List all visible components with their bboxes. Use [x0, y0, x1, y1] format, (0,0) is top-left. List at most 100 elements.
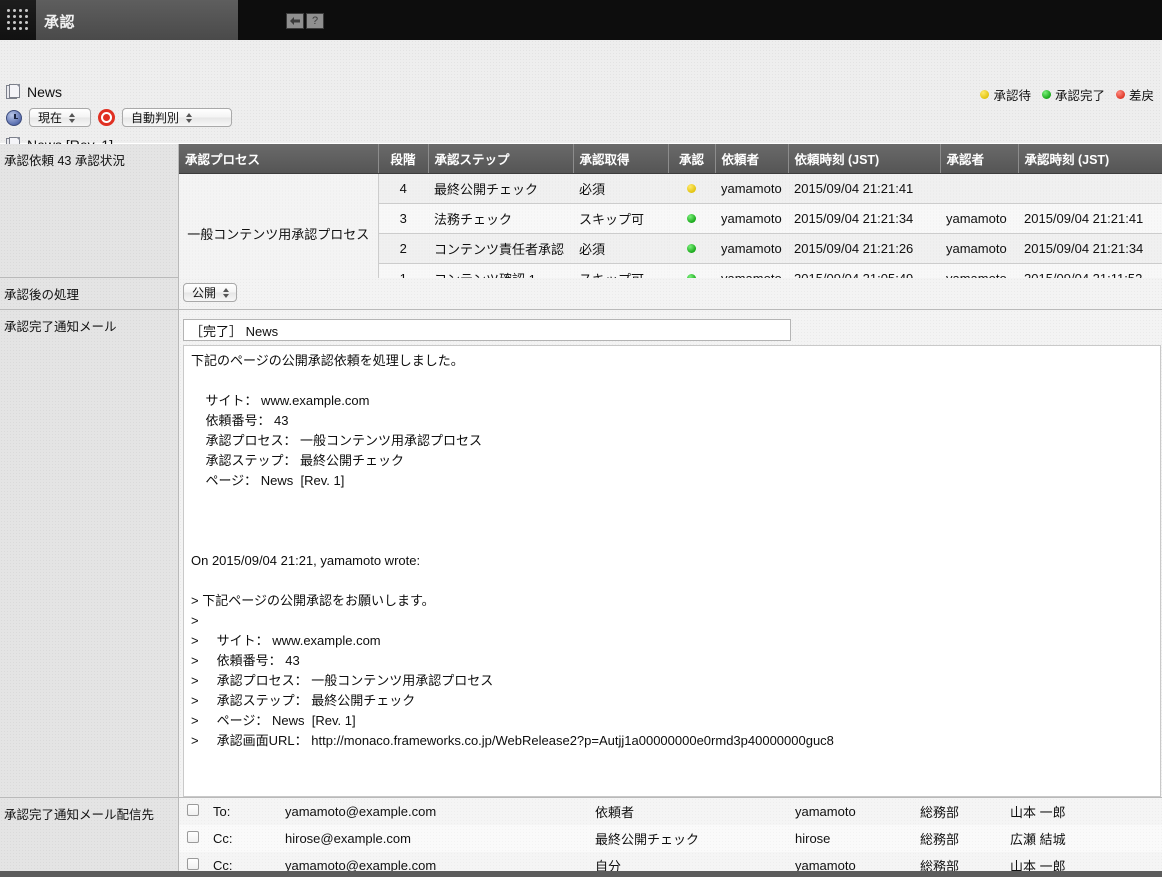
recipient-role: 依頼者 [589, 798, 789, 825]
approval-table-body: 一般コンテンツ用承認プロセス 4 最終公開チェック 必須 yamamoto 2015/09… [179, 173, 1162, 294]
cell-approver: yamamoto [940, 203, 1018, 234]
pending-dot-icon [980, 90, 990, 99]
legend-pending-label: 承認待 [993, 89, 1031, 103]
recipient-name: 山本 一郎 [1004, 798, 1162, 825]
mode-select[interactable]: 自動判別 [122, 108, 232, 127]
recipient-row: Cc: hirose@example.com 最終公開チェック hirose 総務部 広瀬… [179, 825, 1162, 852]
post-action-cell: 公開 [179, 278, 1162, 310]
recipient-email: hirose@example.com [279, 825, 589, 852]
th-approver: 承認者 [940, 144, 1019, 174]
post-action-label: 承認後の処理 [0, 278, 179, 310]
recipient-kind: To: [207, 798, 279, 825]
recipients-table-body: To: yamamoto@example.com 依頼者 yamamoto 総務部 山本 … [179, 798, 1162, 877]
pending-dot-icon [687, 184, 696, 193]
recipient-user: hirose [789, 825, 914, 852]
cell-request-time: 2015/09/04 21:21:41 [788, 173, 940, 204]
th-requester: 依頼者 [715, 144, 789, 174]
cell-stage: 2 [378, 233, 428, 264]
cell-step: コンテンツ責任者承認 [428, 233, 573, 264]
th-approve-time: 承認時刻 (JST) [1018, 144, 1162, 174]
recipient-checkbox-cell [179, 798, 207, 825]
th-step: 承認ステップ [428, 144, 574, 174]
th-stage: 段階 [378, 144, 429, 174]
cell-approve-time: 2015/09/04 21:21:34 [1018, 233, 1162, 264]
recipient-checkbox[interactable] [187, 804, 199, 816]
titlebar-buttons: ? [286, 13, 326, 29]
cell-status [668, 173, 715, 204]
mode-select-value: 自動判別 [131, 111, 180, 125]
post-action-value: 公開 [192, 286, 217, 300]
recipient-user: yamamoto [789, 798, 914, 825]
recipients-row: 承認完了通知メール配信先 To: yamamoto@example.com 依頼者 y… [0, 798, 1162, 877]
recipient-kind: Cc: [207, 825, 279, 852]
clock-icon [6, 109, 22, 126]
post-action-select[interactable]: 公開 [183, 283, 237, 302]
breadcrumb-page[interactable]: News [6, 84, 62, 100]
back-arrow-icon[interactable] [286, 13, 304, 29]
status-legend: 承認待 承認完了 差戻 [974, 85, 1154, 104]
cell-stage: 3 [378, 203, 428, 234]
header-zone: News 現在 自動判別 News [Rev. 1] 承認待 [0, 40, 1162, 184]
recipient-checkbox[interactable] [187, 831, 199, 843]
app-menu-grid-icon[interactable] [0, 0, 36, 40]
recipient-name: 広瀬 結城 [1004, 825, 1162, 852]
legend-returned-label: 差戻 [1128, 89, 1154, 103]
legend-returned: 差戻 [1115, 85, 1154, 104]
th-obtain: 承認取得 [573, 144, 669, 174]
approved-dot-icon [687, 214, 696, 223]
recipient-dept: 総務部 [914, 825, 1004, 852]
question-mark-icon[interactable]: ? [306, 13, 324, 29]
legend-pending: 承認待 [980, 85, 1031, 104]
title-bar: 承認 ? [0, 0, 1162, 40]
approval-process-name: 一般コンテンツ用承認プロセス [179, 173, 379, 294]
cell-step: 法務チェック [428, 203, 573, 234]
mail-cell: 下記のページの公開承認依頼を処理しました。 サイト： www.example.c… [179, 310, 1162, 798]
recipient-checkbox[interactable] [187, 858, 199, 870]
cell-approver [940, 173, 1018, 204]
recipients-table: To: yamamoto@example.com 依頼者 yamamoto 総務部 山本 … [179, 798, 1162, 877]
table-header-row: 承認プロセス 段階 承認ステップ 承認取得 承認 依頼者 依頼時刻 (JST) … [179, 144, 1162, 174]
grid-dots [7, 9, 29, 31]
approved-dot-icon [687, 244, 696, 253]
cell-requester: yamamoto [715, 173, 788, 204]
approved-dot-icon [1041, 90, 1051, 99]
cell-obtain: 必須 [573, 173, 668, 204]
bottom-strip [0, 871, 1162, 877]
recipients-label: 承認完了通知メール配信先 [0, 798, 179, 871]
cell-status [668, 203, 715, 234]
mail-body-text[interactable]: 下記のページの公開承認依頼を処理しました。 サイト： www.example.c… [183, 345, 1161, 797]
recipient-checkbox-cell [179, 825, 207, 852]
time-select-value: 現在 [38, 111, 63, 125]
chevron-updown-icon [69, 112, 76, 123]
recipient-email: yamamoto@example.com [279, 798, 589, 825]
app-tab[interactable]: 承認 [0, 0, 238, 40]
post-action-row: 承認後の処理 公開 [0, 278, 1162, 310]
th-request-time: 依頼時刻 (JST) [788, 144, 941, 174]
cell-stage: 4 [378, 173, 428, 204]
approval-status-label: 承認依頼 43 承認状況 [0, 144, 179, 278]
cell-obtain: 必須 [573, 233, 668, 264]
chevron-updown-icon [186, 112, 193, 123]
main-content: 承認依頼 43 承認状況 承認プロセス 段階 承認ステップ 承認取得 承認 依頼… [0, 144, 1162, 877]
record-icon [98, 109, 115, 126]
cell-requester: yamamoto [715, 203, 788, 234]
cell-approve-time [1018, 173, 1162, 204]
time-select[interactable]: 現在 [29, 108, 91, 127]
mail-label: 承認完了通知メール [0, 310, 179, 798]
approval-status-row: 承認依頼 43 承認状況 承認プロセス 段階 承認ステップ 承認取得 承認 依頼… [0, 144, 1162, 294]
mail-row: 承認完了通知メール 下記のページの公開承認依頼を処理しました。 サイト： www… [0, 310, 1162, 798]
recipient-role: 最終公開チェック [589, 825, 789, 852]
mail-subject-input[interactable] [183, 319, 791, 341]
cell-step: 最終公開チェック [428, 173, 573, 204]
approval-screen: 承認 ? News 現在 自動判別 承認待 承認完了 差戻 承認依頼 43 承認… [0, 0, 1162, 877]
page-icon [6, 84, 21, 100]
app-title: 承認 [44, 14, 76, 31]
view-toolbar: 現在 自動判別 [6, 108, 232, 127]
subject-wrap [179, 310, 1162, 341]
recipient-row: To: yamamoto@example.com 依頼者 yamamoto 総務部 山本 … [179, 798, 1162, 825]
cell-request-time: 2015/09/04 21:21:26 [788, 233, 940, 264]
recipients-cell: To: yamamoto@example.com 依頼者 yamamoto 総務部 山本 … [179, 798, 1162, 877]
cell-status [668, 233, 715, 264]
returned-dot-icon [1115, 90, 1125, 99]
cell-obtain: スキップ可 [573, 203, 668, 234]
